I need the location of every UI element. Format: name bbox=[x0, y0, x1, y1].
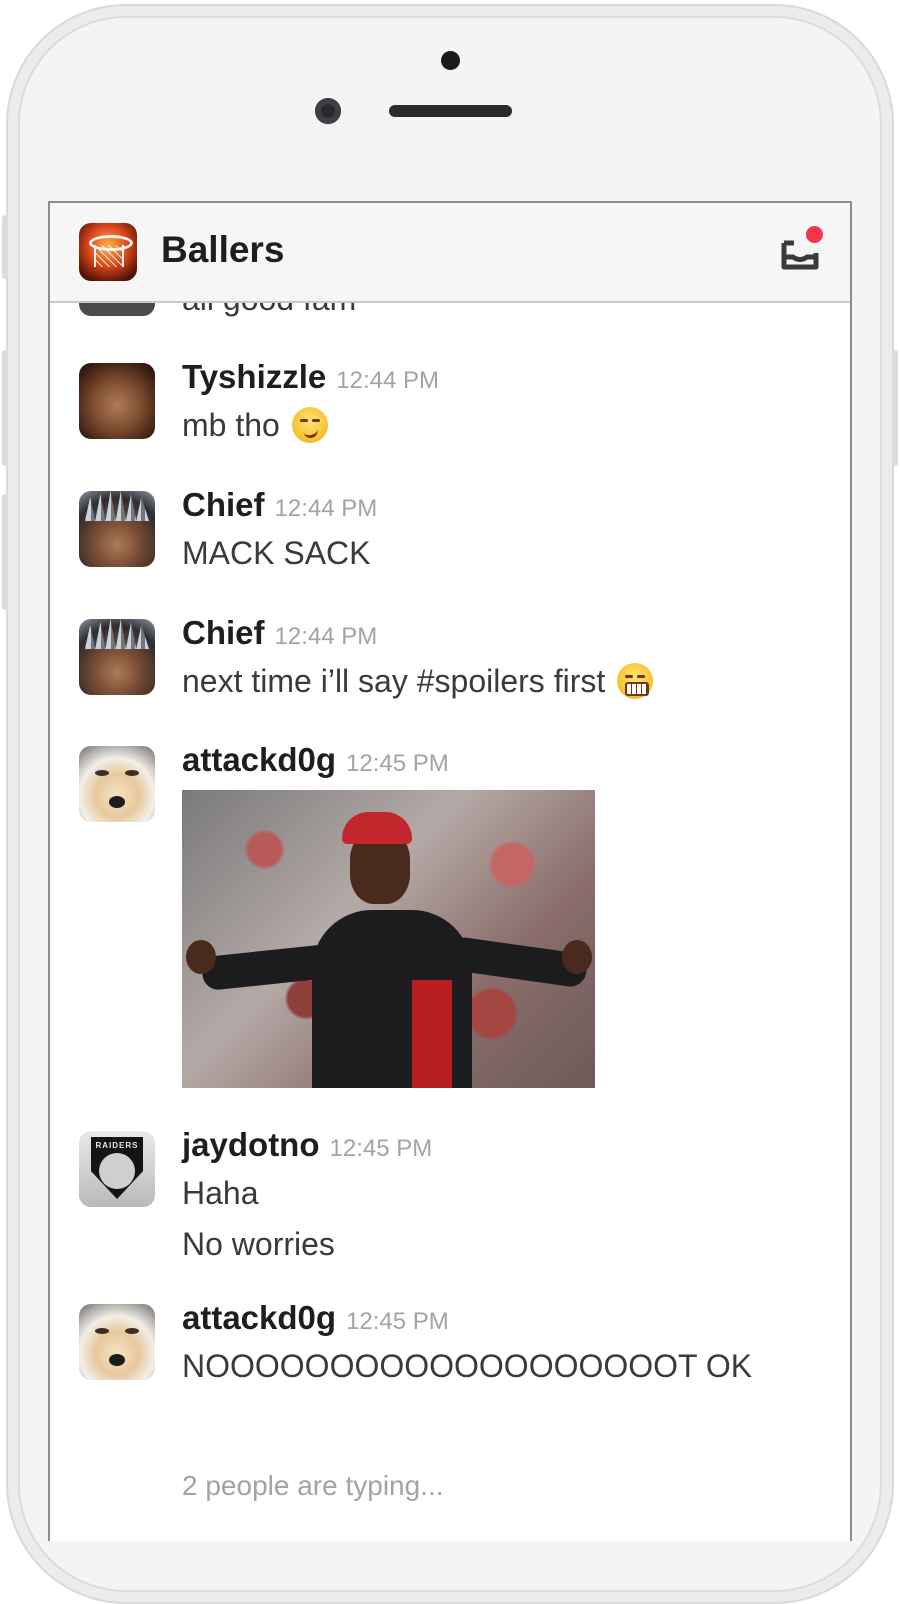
avatar[interactable] bbox=[79, 491, 155, 567]
channel-header: Ballers bbox=[50, 203, 850, 303]
avatar[interactable] bbox=[79, 363, 155, 439]
avatar[interactable] bbox=[79, 746, 155, 822]
message-author[interactable]: Chief 12:44 PM bbox=[182, 486, 377, 524]
message-line: NOOOOOOOOOOOOOOOOOOOT OK bbox=[182, 1348, 753, 1384]
author-name[interactable]: Tyshizzle bbox=[182, 358, 326, 395]
message-timestamp: 12:45 PM bbox=[346, 1308, 449, 1335]
message-line: Haha bbox=[182, 1175, 259, 1211]
channel-title[interactable]: Ballers bbox=[161, 229, 284, 271]
app-screen: all good fam Tyshizzle12:44 PM mb tho Ch… bbox=[48, 201, 852, 1541]
message-timestamp: 12:44 PM bbox=[274, 623, 378, 650]
front-camera bbox=[315, 98, 341, 124]
author-name[interactable]: jaydotno bbox=[182, 1126, 320, 1163]
phone-volume-down-button bbox=[2, 494, 8, 610]
proximity-sensor bbox=[441, 51, 460, 70]
message-timestamp: 12:45 PM bbox=[329, 1135, 433, 1162]
message-list[interactable]: all good fam Tyshizzle12:44 PM mb tho Ch… bbox=[50, 203, 850, 1541]
message-timestamp: 12:44 PM bbox=[274, 495, 378, 522]
message-author[interactable]: Tyshizzle 12:44 PM bbox=[182, 358, 439, 396]
earpiece-speaker bbox=[389, 105, 512, 117]
author-name[interactable]: Chief bbox=[182, 614, 265, 651]
avatar[interactable]: RAIDERS bbox=[79, 1131, 155, 1207]
message-line: No worries bbox=[182, 1226, 335, 1262]
grimace-emoji-icon bbox=[617, 663, 654, 699]
message-text: next time i’ll say #spoilers first bbox=[182, 663, 654, 700]
message-author[interactable]: attackd0g 12:45 PM bbox=[182, 1299, 449, 1337]
phone-side-button bbox=[2, 215, 8, 279]
message-text: Haha bbox=[182, 1175, 259, 1212]
raiders-logo-text: RAIDERS bbox=[95, 1141, 139, 1150]
message-line: next time i’ll say #spoilers first bbox=[182, 663, 606, 699]
author-name[interactable]: Chief bbox=[182, 486, 265, 523]
notification-badge bbox=[804, 224, 825, 245]
message-text: NOOOOOOOOOOOOOOOOOOOT OK bbox=[182, 1348, 752, 1385]
message-timestamp: 12:44 PM bbox=[336, 367, 439, 394]
phone-volume-up-button bbox=[2, 350, 8, 466]
smirk-emoji-icon bbox=[291, 407, 328, 443]
message-text: No worries bbox=[182, 1226, 335, 1263]
avatar[interactable] bbox=[79, 619, 155, 695]
typing-indicator: 2 people are typing... bbox=[182, 1470, 444, 1501]
message-line: mb tho bbox=[182, 407, 280, 443]
avatar[interactable] bbox=[79, 1304, 155, 1380]
message-author[interactable]: Chief 12:44 PM bbox=[182, 614, 377, 652]
message-author[interactable]: jaydotno 12:45 PM bbox=[182, 1126, 432, 1164]
phone-power-button bbox=[892, 350, 898, 466]
message-timestamp: 12:45 PM bbox=[346, 750, 449, 777]
channel-avatar[interactable] bbox=[79, 223, 137, 281]
author-name[interactable]: attackd0g bbox=[182, 1299, 336, 1336]
message-line: MACK SACK bbox=[182, 535, 371, 571]
message-text: mb tho bbox=[182, 407, 328, 444]
message-author[interactable]: attackd0g 12:45 PM bbox=[182, 741, 449, 779]
message-text: MACK SACK bbox=[182, 535, 370, 572]
author-name[interactable]: attackd0g bbox=[182, 741, 336, 778]
image-attachment[interactable] bbox=[182, 790, 595, 1088]
